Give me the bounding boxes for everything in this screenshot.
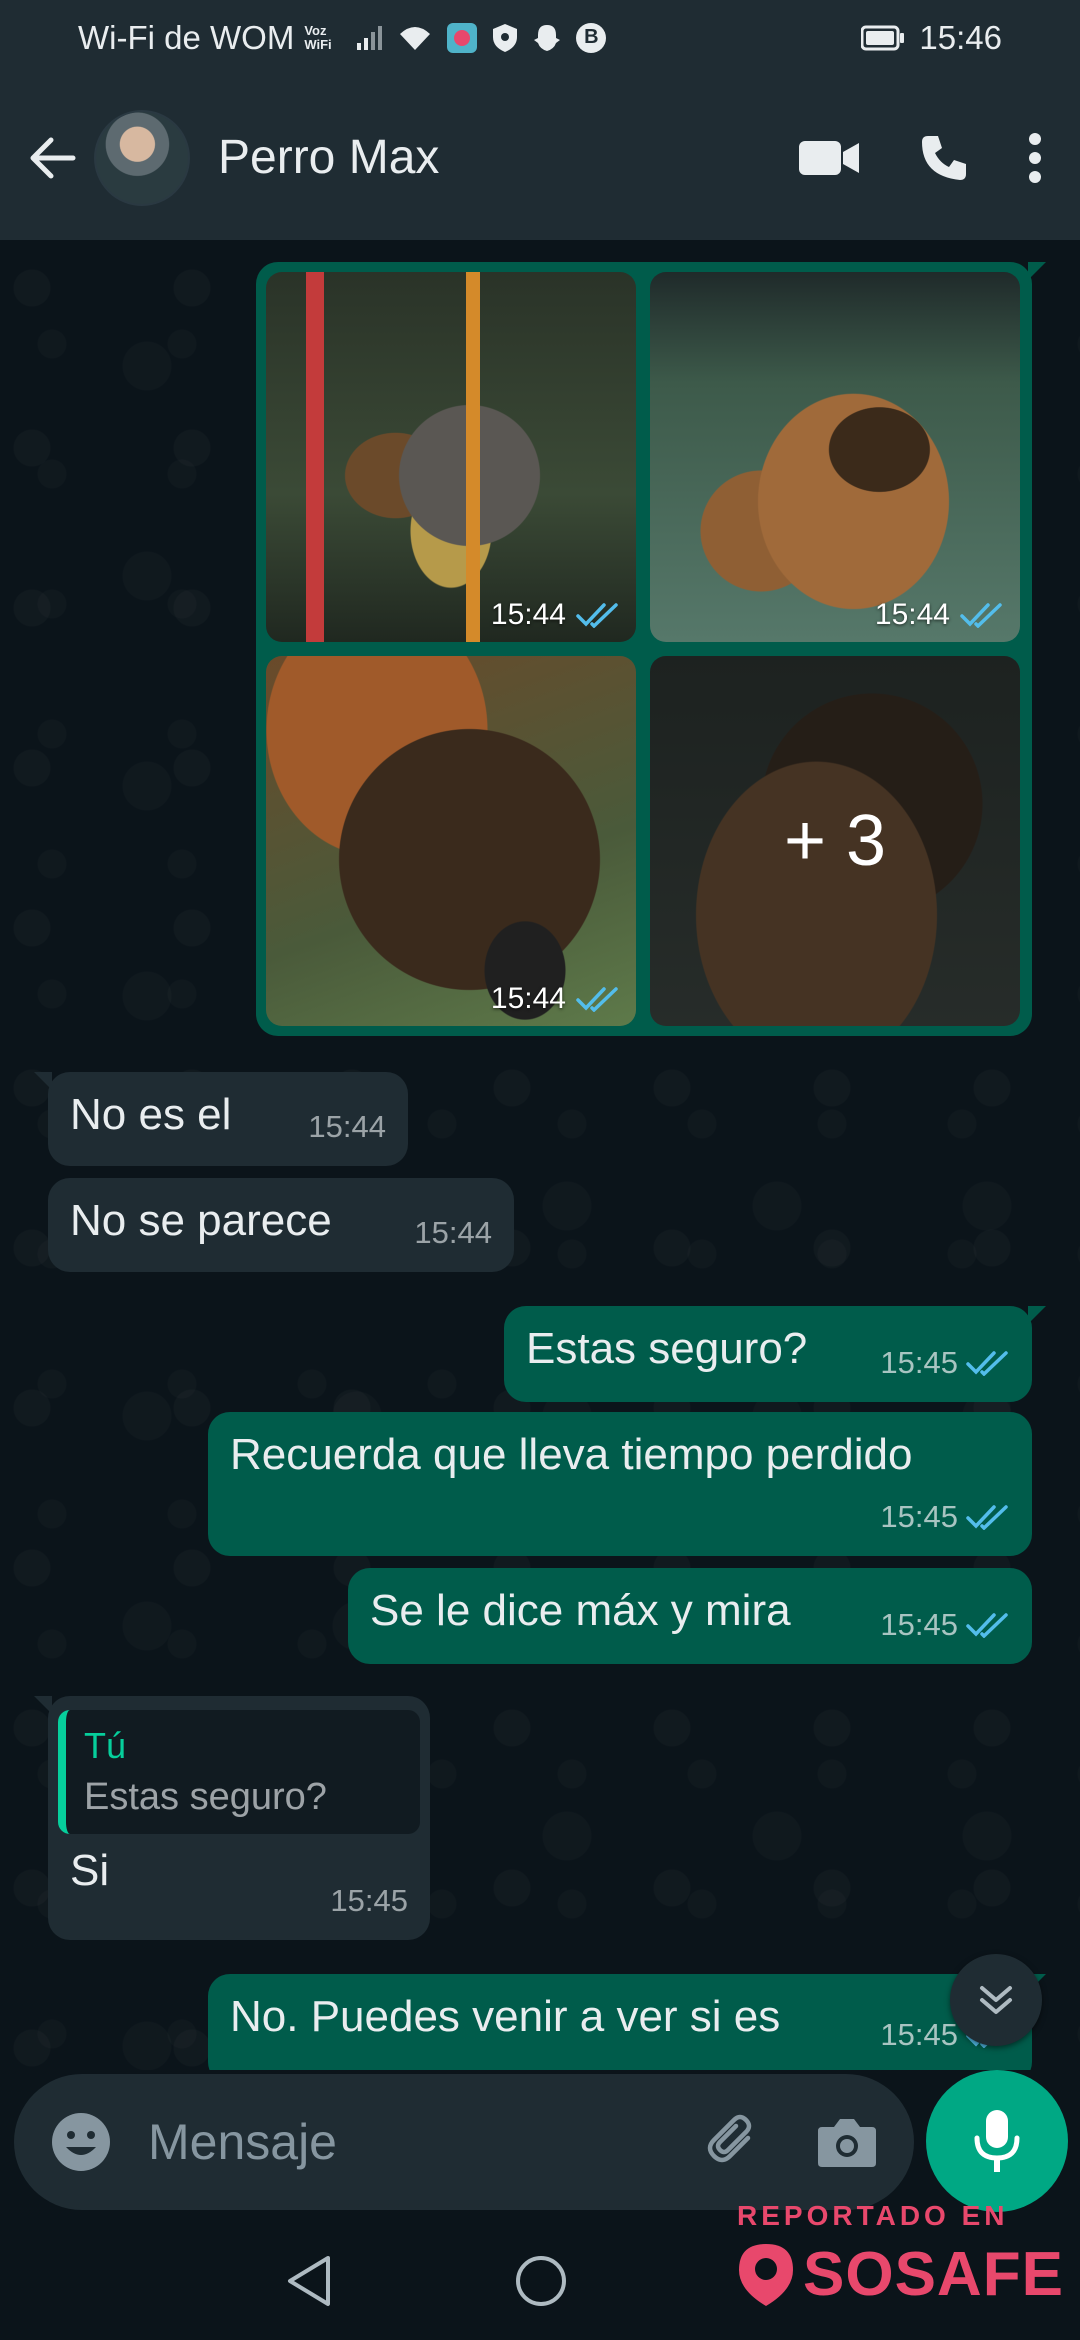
emoji-icon[interactable] — [50, 2111, 112, 2173]
message-text: No. Puedes venir a ver si es — [230, 1992, 781, 2041]
sosafe-logo-icon — [739, 2244, 793, 2306]
nav-back-icon[interactable] — [284, 2254, 334, 2308]
sosafe-watermark: REPORTADO EN SOSAFE — [735, 2200, 1065, 2330]
photo-thumbnail[interactable]: 15:44 — [266, 656, 636, 1026]
message-bubble-outgoing[interactable]: No. Puedes venir a ver si es 15:45 — [208, 1974, 1046, 2070]
snapchat-icon — [534, 24, 561, 51]
chevron-double-down-icon — [980, 1986, 1012, 2014]
photo-time: 15:44 — [490, 982, 566, 1015]
message-time: 15:44 — [414, 1215, 492, 1250]
back-button[interactable] — [24, 130, 80, 186]
double-check-read-icon — [966, 1505, 1008, 1530]
message-text: Se le dice máx y mira — [370, 1586, 791, 1635]
message-text: No es el — [70, 1090, 232, 1139]
message-time: 15:45 — [330, 1883, 408, 1918]
photo-time: 15:44 — [490, 598, 566, 631]
double-check-read-icon — [966, 1351, 1008, 1376]
message-time: 15:45 — [880, 2017, 958, 2052]
message-text: Estas seguro? — [526, 1324, 808, 1373]
message-bubble-incoming[interactable]: No es el 15:44 — [34, 1072, 408, 1166]
contact-name[interactable]: Perro Max — [218, 130, 439, 185]
arrow-left-icon — [30, 137, 76, 178]
photo-time: 15:44 — [874, 598, 950, 631]
quoted-message[interactable]: Tú Estas seguro? — [58, 1710, 420, 1834]
message-time: 15:45 — [880, 1345, 958, 1380]
voice-message-button[interactable] — [926, 2070, 1068, 2212]
message-bubble-outgoing[interactable]: Recuerda que lleva tiempo perdido 15:45 — [208, 1412, 1032, 1556]
status-time: 15:46 — [919, 18, 1002, 56]
message-text: Si — [70, 1846, 110, 1895]
avatar[interactable] — [94, 109, 190, 206]
double-check-read-icon — [576, 603, 618, 628]
phone-call-icon[interactable] — [918, 132, 970, 184]
chat-area[interactable]: 15:44 15:44 15:44 + 3 No es el 15:44 No … — [0, 240, 1080, 2070]
double-check-read-icon — [576, 987, 618, 1012]
microphone-icon — [974, 2110, 1020, 2172]
chat-header: Perro Max — [0, 75, 1080, 240]
scroll-to-bottom-button[interactable] — [950, 1954, 1042, 2046]
b-badge-icon: B — [576, 22, 607, 53]
photo-thumbnail[interactable]: 15:44 — [266, 272, 636, 642]
nav-home-icon[interactable] — [514, 2254, 568, 2308]
quoted-author: Tú — [84, 1725, 127, 1766]
watermark-brand: SOSAFE — [803, 2240, 1064, 2309]
message-bubble-outgoing[interactable]: Se le dice máx y mira 15:45 — [348, 1568, 1032, 1664]
more-photos-count: + 3 — [783, 801, 887, 881]
message-bubble-outgoing[interactable]: Estas seguro? 15:45 — [504, 1306, 1046, 1402]
message-input[interactable]: Mensaje — [148, 2113, 704, 2171]
double-check-read-icon — [966, 1613, 1008, 1638]
message-text: No se parece — [70, 1196, 332, 1245]
message-time: 15:44 — [308, 1109, 386, 1144]
message-bubble-incoming[interactable]: No se parece 15:44 — [48, 1178, 514, 1272]
app-notification-icon — [447, 22, 478, 53]
carrier-label: Wi-Fi de WOM — [78, 18, 295, 56]
attachment-icon[interactable] — [704, 2112, 764, 2172]
double-check-read-icon — [960, 603, 1002, 628]
wifi-icon — [400, 26, 431, 50]
shield-icon — [493, 23, 518, 52]
watermark-caption: REPORTADO EN — [737, 2200, 1009, 2231]
message-composer[interactable]: Mensaje — [14, 2074, 914, 2210]
signal-icon — [357, 25, 383, 50]
status-bar: Wi-Fi de WOM Voz WiFi B 15:46 — [0, 0, 1080, 75]
message-time: 15:45 — [880, 1607, 958, 1642]
photo-thumbnail[interactable]: 15:44 — [650, 272, 1020, 642]
battery-icon — [861, 25, 905, 50]
photo-thumbnail-more[interactable]: + 3 — [650, 656, 1020, 1026]
camera-icon[interactable] — [816, 2115, 878, 2169]
message-text: Recuerda que lleva tiempo perdido — [230, 1430, 913, 1479]
media-album-bubble[interactable]: 15:44 15:44 15:44 + 3 — [256, 262, 1046, 1036]
video-call-icon[interactable] — [798, 138, 860, 178]
quoted-text: Estas seguro? — [84, 1776, 327, 1818]
more-options-icon[interactable] — [1028, 132, 1042, 184]
message-bubble-incoming-reply[interactable]: Tú Estas seguro? Si 15:45 — [34, 1696, 430, 1940]
voz-wifi-label: Voz WiFi — [304, 22, 332, 52]
message-time: 15:45 — [880, 1499, 958, 1534]
